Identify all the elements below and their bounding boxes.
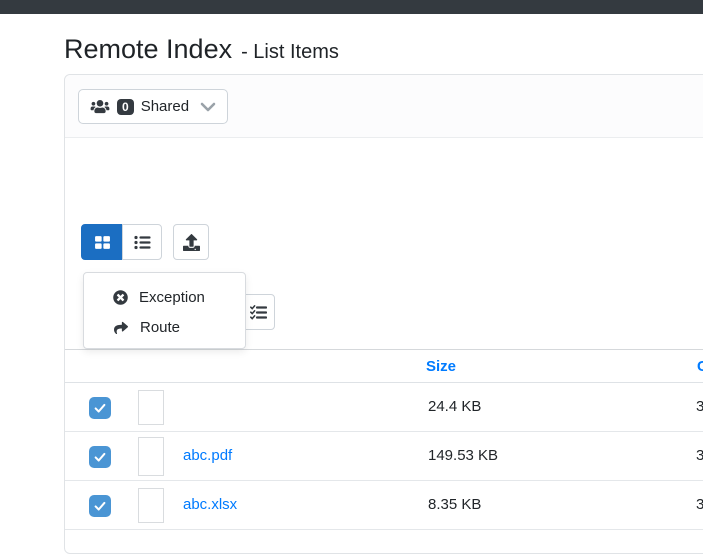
grid-view-button[interactable] [81, 224, 123, 260]
table-header-row: Size C [65, 349, 703, 383]
upload-icon [183, 234, 200, 251]
shared-dropdown-button[interactable]: 0 Shared [78, 89, 228, 124]
file-created: 3 [696, 447, 703, 464]
bulk-action-menu: Exception Route [83, 272, 246, 349]
upload-button[interactable] [173, 224, 209, 260]
select-items-button[interactable] [242, 294, 275, 330]
route-arrow-icon [113, 320, 129, 334]
menu-item-label: Route [140, 319, 180, 336]
view-toggle-group [81, 224, 162, 260]
column-header-created[interactable]: C [697, 358, 703, 375]
row-checkbox[interactable] [89, 495, 111, 517]
row-checkbox[interactable] [89, 446, 111, 468]
x-circle-icon [113, 290, 128, 305]
file-created: 3 [696, 398, 703, 415]
file-name-link[interactable]: abc.xlsx [183, 496, 237, 513]
top-bar [0, 0, 703, 14]
shared-label: Shared [141, 98, 189, 115]
file-size: 24.4 KB [428, 398, 481, 415]
menu-item-route[interactable]: Route [84, 312, 245, 342]
list-icon [134, 235, 151, 250]
files-table: Size C 24.4 KB 3 abc.pdf 149.53 KB 3 [65, 349, 703, 530]
card-header: 0 Shared [65, 75, 703, 138]
list-check-icon [250, 305, 267, 320]
list-view-button[interactable] [122, 224, 162, 260]
table-row: abc.pdf 149.53 KB 3 [65, 432, 703, 481]
file-size: 8.35 KB [428, 496, 481, 513]
shared-count-badge: 0 [117, 99, 134, 115]
file-thumbnail [138, 390, 164, 425]
page-title: Remote Index - List Items [64, 34, 339, 65]
column-header-size[interactable]: Size [426, 358, 456, 375]
table-row: 24.4 KB 3 [65, 383, 703, 432]
menu-item-exception[interactable]: Exception [84, 282, 245, 312]
chevron-down-icon [200, 102, 216, 112]
table-row: abc.xlsx 8.35 KB 3 [65, 481, 703, 530]
row-checkbox[interactable] [89, 397, 111, 419]
file-thumbnail [138, 488, 164, 523]
file-size: 149.53 KB [428, 447, 498, 464]
page-title-main: Remote Index [64, 34, 232, 65]
file-thumbnail [138, 437, 164, 476]
file-created: 3 [696, 496, 703, 513]
file-name-link[interactable]: abc.pdf [183, 447, 232, 464]
grid-icon [94, 234, 111, 251]
page-title-sub: - List Items [241, 41, 339, 64]
menu-item-label: Exception [139, 289, 205, 306]
users-icon [90, 99, 110, 114]
